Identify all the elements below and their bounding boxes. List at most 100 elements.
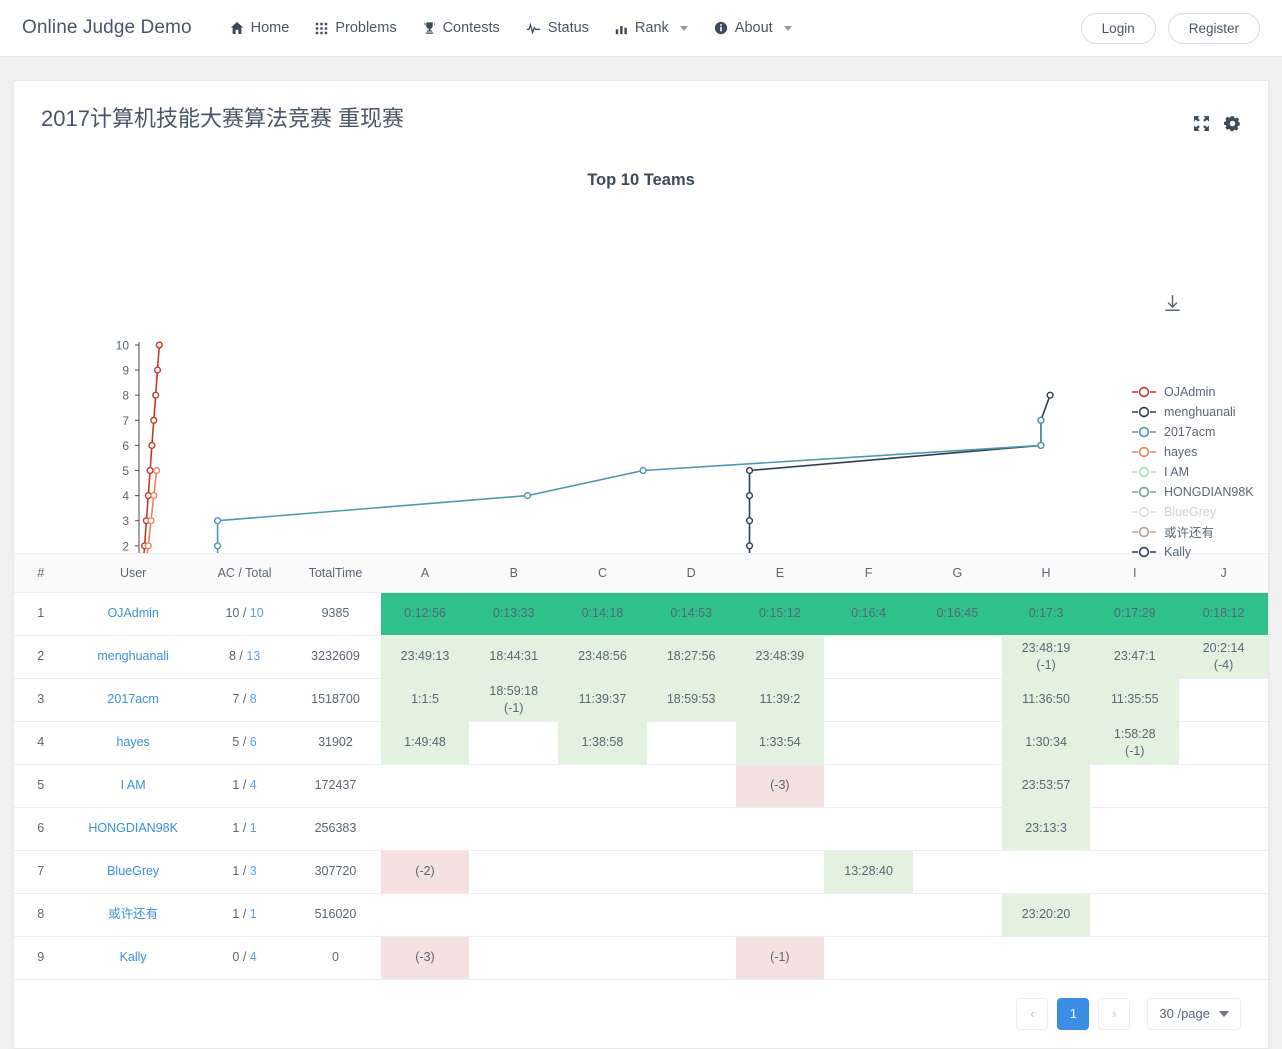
problem-cell-C[interactable] <box>558 936 647 980</box>
problem-cell-F[interactable] <box>824 764 913 808</box>
problem-cell-A[interactable]: 1:49:48 <box>380 721 470 765</box>
problem-cell-B[interactable]: 18:59:18 (-1) <box>469 678 559 722</box>
problem-cell-D[interactable] <box>646 764 736 808</box>
problem-cell-F[interactable] <box>824 807 913 851</box>
problem-cell-E[interactable]: 1:33:54 <box>735 721 825 765</box>
problem-cell-G[interactable] <box>912 678 1002 722</box>
problem-cell-I[interactable] <box>1090 936 1180 980</box>
user-link[interactable]: menghuanali <box>97 649 169 663</box>
problem-cell-E[interactable] <box>735 893 825 937</box>
problem-cell-D[interactable] <box>646 936 736 980</box>
problem-cell-H[interactable] <box>1001 850 1091 894</box>
problem-cell-J[interactable] <box>1179 893 1268 937</box>
problem-cell-H[interactable]: 1:30:34 <box>1001 721 1091 765</box>
problem-cell-B[interactable] <box>469 936 559 980</box>
gear-icon[interactable] <box>1224 115 1241 132</box>
problem-cell-E[interactable]: 0:15:12 <box>735 592 825 636</box>
problem-cell-A[interactable]: (-2) <box>380 850 470 894</box>
problem-cell-E[interactable]: 23:48:39 <box>735 635 825 679</box>
nav-item-about[interactable]: About <box>714 20 792 36</box>
problem-cell-A[interactable] <box>380 764 470 808</box>
problem-cell-I[interactable] <box>1090 807 1180 851</box>
problem-cell-E[interactable] <box>735 850 825 894</box>
problem-cell-C[interactable]: 0:14:18 <box>558 592 647 636</box>
problem-cell-D[interactable] <box>646 721 736 765</box>
next-page-button[interactable]: › <box>1098 997 1131 1030</box>
problem-cell-B[interactable] <box>469 764 559 808</box>
legend-item-hayes[interactable]: hayes <box>1131 442 1254 462</box>
problem-cell-D[interactable] <box>646 893 736 937</box>
user-link[interactable]: HONGDIAN98K <box>88 821 178 835</box>
problem-cell-D[interactable]: 18:59:53 <box>646 678 736 722</box>
problem-cell-A[interactable]: 23:49:13 <box>380 635 470 679</box>
legend-item-bluegrey[interactable]: BlueGrey <box>1131 502 1254 522</box>
problem-cell-D[interactable] <box>646 807 736 851</box>
nav-item-contests[interactable]: Contests <box>423 20 500 36</box>
legend-item-2017acm[interactable]: 2017acm <box>1131 422 1254 442</box>
problem-cell-E[interactable] <box>735 807 825 851</box>
problem-cell-I[interactable] <box>1090 764 1180 808</box>
nav-item-rank[interactable]: Rank <box>615 20 688 36</box>
problem-cell-F[interactable] <box>824 893 913 937</box>
problem-cell-I[interactable]: 23:47:1 <box>1090 635 1180 679</box>
user-link[interactable]: I AM <box>121 778 146 792</box>
problem-cell-I[interactable]: 1:58:28 (-1) <box>1090 721 1180 765</box>
user-link[interactable]: 或许还有 <box>108 907 158 921</box>
nav-item-problems[interactable]: Problems <box>315 20 397 36</box>
problem-cell-I[interactable] <box>1090 893 1180 937</box>
user-link[interactable]: 2017acm <box>107 692 158 706</box>
prev-page-button[interactable]: ‹ <box>1016 997 1049 1030</box>
problem-cell-C[interactable] <box>558 893 647 937</box>
problem-cell-F[interactable] <box>824 678 913 722</box>
problem-cell-J[interactable] <box>1179 850 1268 894</box>
login-button[interactable]: Login <box>1080 12 1156 44</box>
problem-cell-C[interactable] <box>558 807 647 851</box>
register-button[interactable]: Register <box>1167 12 1260 44</box>
problem-cell-G[interactable] <box>912 893 1002 937</box>
problem-cell-F[interactable] <box>824 635 913 679</box>
problem-cell-G[interactable]: 0:16:45 <box>912 592 1002 636</box>
problem-cell-J[interactable] <box>1179 721 1268 765</box>
user-link[interactable]: OJAdmin <box>107 606 158 620</box>
problem-cell-I[interactable] <box>1090 850 1180 894</box>
user-link[interactable]: hayes <box>116 735 149 749</box>
problem-cell-A[interactable]: (-3) <box>380 936 470 980</box>
problem-cell-J[interactable] <box>1179 678 1268 722</box>
problem-cell-H[interactable]: 23:13:3 <box>1001 807 1091 851</box>
problem-cell-I[interactable]: 11:35:55 <box>1090 678 1180 722</box>
problem-cell-B[interactable] <box>469 893 559 937</box>
problem-cell-D[interactable] <box>646 850 736 894</box>
problem-cell-E[interactable]: (-3) <box>735 764 825 808</box>
problem-cell-A[interactable]: 0:12:56 <box>380 592 470 636</box>
problem-cell-D[interactable]: 18:27:56 <box>646 635 736 679</box>
problem-cell-C[interactable]: 23:48:56 <box>558 635 647 679</box>
problem-cell-A[interactable] <box>380 807 470 851</box>
problem-cell-H[interactable]: 0:17:3 <box>1001 592 1091 636</box>
problem-cell-F[interactable] <box>824 936 913 980</box>
problem-cell-G[interactable] <box>912 850 1002 894</box>
problem-cell-C[interactable]: 11:39:37 <box>558 678 647 722</box>
nav-item-status[interactable]: Status <box>526 20 589 36</box>
user-link[interactable]: BlueGrey <box>107 864 159 878</box>
page-size-select[interactable]: 30 /page <box>1147 997 1241 1030</box>
problem-cell-J[interactable]: 0:18:12 <box>1179 592 1268 636</box>
problem-cell-D[interactable]: 0:14:53 <box>646 592 736 636</box>
nav-item-home[interactable]: Home <box>230 20 289 36</box>
problem-cell-G[interactable] <box>912 721 1002 765</box>
legend-item-i-am[interactable]: I AM <box>1131 462 1254 482</box>
problem-cell-A[interactable] <box>380 893 470 937</box>
problem-cell-H[interactable]: 23:48:19 (-1) <box>1001 635 1091 679</box>
problem-cell-G[interactable] <box>912 764 1002 808</box>
problem-cell-B[interactable] <box>469 721 559 765</box>
problem-cell-J[interactable] <box>1179 807 1268 851</box>
problem-cell-B[interactable]: 0:13:33 <box>469 592 559 636</box>
problem-cell-H[interactable]: 23:53:57 <box>1001 764 1091 808</box>
problem-cell-F[interactable] <box>824 721 913 765</box>
problem-cell-B[interactable]: 18:44:31 <box>469 635 559 679</box>
problem-cell-F[interactable]: 13:28:40 <box>824 850 913 894</box>
problem-cell-C[interactable] <box>558 764 647 808</box>
problem-cell-J[interactable] <box>1179 936 1268 980</box>
legend-item-ojadmin[interactable]: OJAdmin <box>1131 382 1254 402</box>
problem-cell-G[interactable] <box>912 635 1002 679</box>
problem-cell-H[interactable]: 11:36:50 <box>1001 678 1091 722</box>
